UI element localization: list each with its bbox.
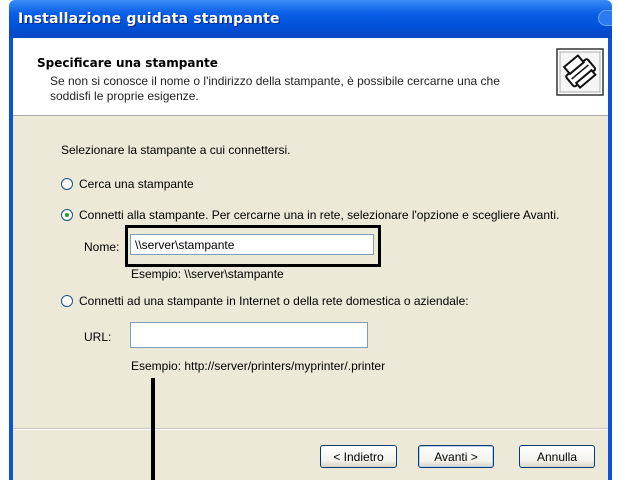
url-example: Esempio: http://server/printers/myprinte… — [131, 359, 386, 373]
header-title: Specificare una stampante — [37, 56, 218, 70]
cancel-button[interactable]: Annulla — [519, 445, 595, 468]
title-bar-edge — [598, 10, 612, 26]
prompt-text: Selezionare la stampante a cui connetter… — [61, 143, 291, 157]
wizard-header: Specificare una stampante Se non si cono… — [13, 38, 608, 116]
window-border-right — [608, 38, 612, 480]
next-button[interactable]: Avanti > — [418, 445, 494, 468]
option-internet-label: Connetti ad una stampante in Internet o … — [79, 294, 469, 308]
printer-wizard-icon — [556, 48, 604, 96]
annotation-pointer-line — [151, 378, 155, 480]
window-title: Installazione guidata stampante — [18, 11, 280, 27]
option-search-printer[interactable]: Cerca una stampante — [61, 177, 194, 191]
option-connect-label: Connetti alla stampante. Per cercarne un… — [79, 208, 560, 222]
back-button[interactable]: < Indietro — [320, 445, 397, 468]
name-input[interactable] — [130, 234, 374, 255]
button-separator-highlight — [13, 429, 608, 430]
option-search-label: Cerca una stampante — [79, 177, 194, 191]
title-bar[interactable]: Installazione guidata stampante — [9, 0, 612, 38]
wizard-window: Installazione guidata stampante Specific… — [9, 0, 612, 480]
radio-connect-printer[interactable] — [61, 209, 73, 221]
name-label: Nome: — [84, 240, 120, 254]
option-connect-printer[interactable]: Connetti alla stampante. Per cercarne un… — [61, 208, 559, 222]
url-label: URL: — [84, 330, 112, 344]
option-internet-printer[interactable]: Connetti ad una stampante in Internet o … — [61, 294, 469, 308]
url-input[interactable] — [130, 322, 368, 348]
wizard-content: Selezionare la stampante a cui connetter… — [13, 116, 608, 480]
radio-search-printer[interactable] — [61, 178, 73, 190]
name-example: Esempio: \\server\stampante — [131, 267, 284, 281]
header-description: Se non si conosce il nome o l'indirizzo … — [50, 74, 500, 103]
radio-internet-printer[interactable] — [61, 295, 73, 307]
